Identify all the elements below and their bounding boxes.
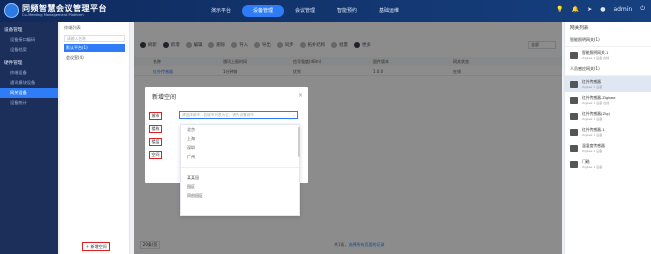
device-icon [570, 144, 578, 152]
sidebar: 设备管理 设备接口编码 设备档案 硬件管理 终端设备 通讯模块设备 网关设备 设… [0, 22, 58, 254]
sidebar-item-archive[interactable]: 设备档案 [0, 45, 58, 55]
device-name: 红外传感器(Zig) [582, 111, 611, 116]
field-floor: 楼层 [149, 138, 162, 146]
tree-node-default[interactable]: 默认平台(1) [64, 44, 125, 52]
avatar[interactable]: ● [600, 6, 605, 13]
device-icon [570, 96, 578, 104]
device-sub: Zigbee 1 设备 [582, 85, 603, 89]
gateway-device[interactable]: 门磁 Zigbee 1 设备 [565, 156, 651, 172]
nav-demo[interactable]: 演示平台 [200, 5, 242, 17]
device-sub: Zigbee 1 设备 [582, 149, 603, 153]
header-actions: 💡 🔔 ➤ ● admin ⏻ [556, 5, 645, 13]
logout-icon[interactable]: ⏻ [640, 5, 645, 13]
sidebar-item-stats[interactable]: 设备统计 [0, 98, 58, 108]
device-icon [570, 112, 578, 120]
tree-title: 终端列表 [64, 25, 81, 30]
gateway-device[interactable]: 红外传感器 Zigbee 1 设备 [565, 76, 651, 92]
send-icon[interactable]: ➤ [587, 6, 592, 13]
field-city: 城市 [149, 112, 162, 120]
tree-node-room[interactable]: 会议室(4) [64, 54, 125, 62]
gateway-group-lighting[interactable]: 智能照明网关(1) [565, 34, 651, 47]
nav-ops[interactable]: 基础运维 [368, 5, 410, 17]
add-space-label: 新增空间 [90, 244, 107, 249]
device-icon [570, 128, 578, 136]
modal-title: 新增空间 [152, 94, 177, 101]
user-name[interactable]: admin [613, 6, 632, 13]
device-icon [570, 80, 578, 88]
sidebar-item-comm[interactable]: 通讯模块设备 [0, 78, 58, 88]
device-name: 红外传感器-Zigbee [582, 95, 616, 100]
device-sub: Zigbee 1 设备 在线 [582, 101, 610, 105]
device-name: 门磁 [582, 159, 590, 164]
option-site[interactable]: 某某园 [181, 173, 299, 182]
gateway-group-sensor[interactable]: 人员感应网关(1) [565, 63, 651, 76]
bell-icon[interactable]: 🔔 [572, 6, 579, 13]
option-city[interactable]: 广州 [181, 152, 299, 161]
nav-meeting[interactable]: 会议管理 [284, 5, 326, 17]
add-space-button[interactable]: ＋ 新增空间 [82, 242, 110, 251]
brand-subtitle: Co-Meeting Management Platform [22, 13, 84, 17]
gateway-device[interactable]: 红外传感器-Zigbee Zigbee 1 设备 在线 [565, 92, 651, 108]
device-name: 温湿度传感器 [582, 143, 605, 148]
option-city[interactable]: 上海 [181, 134, 299, 143]
gateway-device[interactable]: 智能照明网关-1 Zigbee 1 设备 在线 [565, 47, 651, 63]
city-select-placeholder: 请选择城市，若城市列表为空，请先设置城市 [182, 113, 254, 117]
sidebar-item-gateway[interactable]: 网关设备 [0, 88, 58, 98]
option-city[interactable]: 深圳 [181, 143, 299, 152]
top-nav: 演示平台 设备管理 会议管理 智能预约 基础运维 [200, 5, 410, 17]
device-icon [570, 160, 578, 168]
device-name: 红外传感器 [582, 79, 601, 84]
tree-search-input[interactable]: 请输入名称 [64, 35, 125, 42]
gateway-device[interactable]: 红外传感器-1 Zigbee 1 设备 [565, 124, 651, 140]
option-city[interactable]: 北京 [181, 125, 299, 134]
gateway-panel-title: 网关列表 [570, 26, 589, 31]
field-space: 空间 [149, 151, 162, 159]
gateway-device[interactable]: 温湿度传感器 Zigbee 1 设备 [565, 140, 651, 156]
device-sub: Zigbee 1 设备 在线 [582, 56, 610, 60]
sidebar-item-terminal[interactable]: 终端设备 [0, 68, 58, 78]
device-sub: Zigbee 1 设备 [582, 165, 603, 169]
sidebar-group-device[interactable]: 设备管理 [0, 22, 58, 35]
city-select[interactable]: 请选择城市，若城市列表为空，请先设置城市 ⌄ [179, 111, 298, 119]
device-name: 智能照明网关-1 [582, 50, 609, 55]
option-site[interactable]: 同创园区 [181, 191, 299, 200]
bulb-icon[interactable]: 💡 [556, 6, 563, 13]
device-sub: Zigbee 1 设备 [582, 133, 603, 137]
device-icon [570, 51, 578, 59]
sidebar-item-interface[interactable]: 设备接口编码 [0, 35, 58, 45]
chevron-down-icon: ⌄ [291, 113, 295, 117]
dropdown-scrollbar[interactable] [298, 127, 300, 157]
device-name: 红外传感器-1 [582, 127, 605, 132]
nav-device-management[interactable]: 设备管理 [242, 5, 284, 17]
gateway-panel: 网关列表 智能照明网关(1) 智能照明网关-1 Zigbee 1 设备 在线 人员… [564, 22, 651, 254]
close-icon[interactable]: × [298, 92, 303, 99]
option-site[interactable]: 园区 [181, 182, 299, 191]
device-sub: Zigbee 1 设备 [582, 117, 603, 121]
logo-icon [4, 3, 19, 18]
city-dropdown: 北京 上海 深圳 广州 某某园 园区 同创园区 [180, 124, 300, 216]
nav-reservation[interactable]: 智能预约 [326, 5, 368, 17]
sidebar-group-hardware[interactable]: 硬件管理 [0, 55, 58, 68]
top-bar: 同频智慧会议管理平台 Co-Meeting Management Platfor… [0, 0, 651, 22]
space-tree: 终端列表 请输入名称 默认平台(1) 会议室(4) [60, 22, 130, 254]
field-building: 楼栋 [149, 125, 162, 133]
gateway-device[interactable]: 红外传感器(Zig) Zigbee 1 设备 [565, 108, 651, 124]
